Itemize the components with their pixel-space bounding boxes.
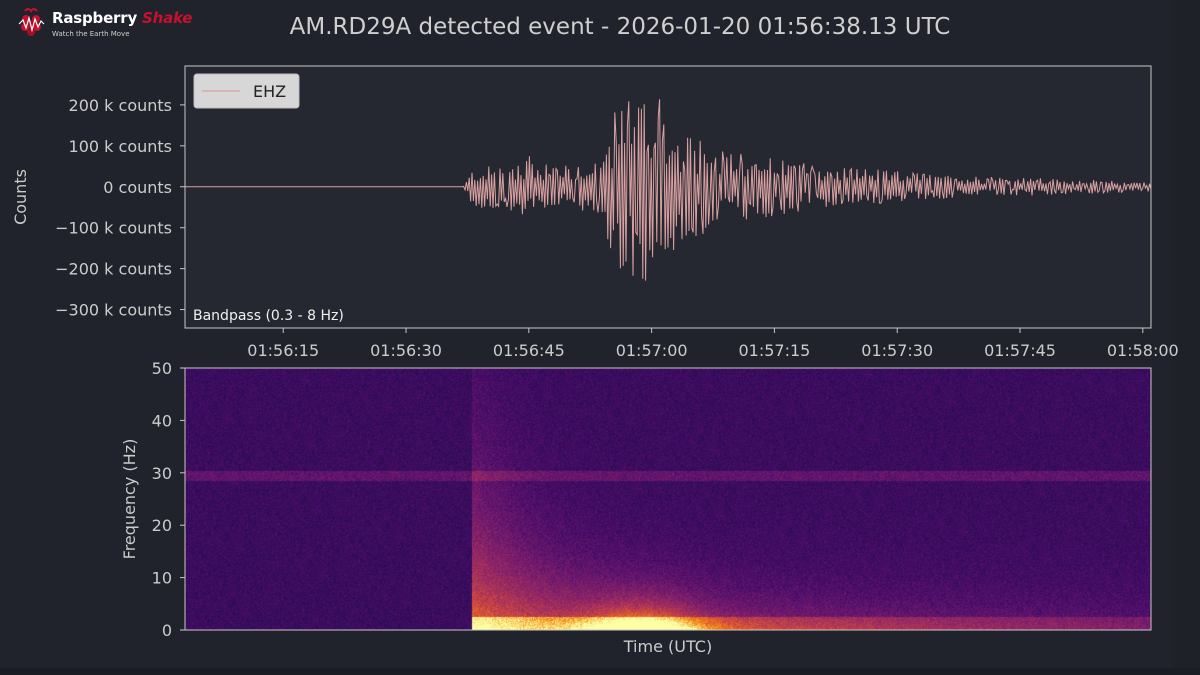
y-tick-label-40: 40	[152, 411, 172, 430]
y-tick-label-0: 0	[162, 621, 172, 640]
spectrogram-y-axis-title: Frequency (Hz)	[120, 439, 139, 560]
x-tick-label-01-58-00: 01:58:00	[1107, 341, 1179, 360]
x-tick-label-01-57-15: 01:57:15	[738, 341, 810, 360]
spectrogram-axes: 0 10 20 30 40 50 Time (UTC) Frequency (Hz)	[120, 359, 1152, 656]
x-tick-label-01-57-45: 01:57:45	[984, 341, 1056, 360]
y-tick-label-50: 50	[152, 359, 172, 378]
bandpass-annotation: Bandpass (0.3 - 8 Hz)	[193, 308, 344, 324]
x-tick-label-01-56-15: 01:56:15	[247, 341, 319, 360]
trace-y-axis-title: Counts	[11, 169, 30, 225]
x-tick-label-01-57-30: 01:57:30	[861, 341, 933, 360]
trace-x-axis: 01:56:15 01:56:30 01:56:45 01:57:00 01:57:15…	[247, 328, 1179, 360]
trace-y-axis: 200 k counts 100 k counts 0 counts −100 k c…	[55, 96, 185, 320]
y-tick-label-100-k-counts: 100 k counts	[69, 137, 172, 156]
seismogram-figure: 200 k counts 100 k counts 0 counts −100 k c…	[11, 65, 1179, 656]
y-tick-label-minus-200-k-counts: −200 k counts	[55, 260, 172, 279]
y-tick-label-200-k-counts: 200 k counts	[69, 96, 172, 115]
y-tick-label-minus-100-k-counts: −100 k counts	[55, 219, 172, 238]
y-tick-label-0-counts: 0 counts	[103, 178, 172, 197]
y-tick-label-minus-300-k-counts: −300 k counts	[55, 301, 172, 320]
legend-label-ehz: EHZ	[253, 82, 286, 101]
spectrogram-frame	[184, 367, 1152, 631]
x-tick-label-01-56-45: 01:56:45	[493, 341, 565, 360]
spectrogram-y-axis: 0 10 20 30 40 50	[152, 359, 185, 640]
legend: EHZ	[193, 73, 300, 109]
y-tick-label-10: 10	[152, 569, 172, 588]
spectrogram-x-axis-title: Time (UTC)	[623, 637, 712, 656]
x-tick-label-01-57-00: 01:57:00	[616, 341, 688, 360]
y-tick-label-20: 20	[152, 516, 172, 535]
trace-plot-area	[185, 66, 1151, 328]
trace-axes: 200 k counts 100 k counts 0 counts −100 k c…	[11, 65, 1179, 360]
y-tick-label-30: 30	[152, 464, 172, 483]
x-tick-label-01-56-30: 01:56:30	[370, 341, 442, 360]
